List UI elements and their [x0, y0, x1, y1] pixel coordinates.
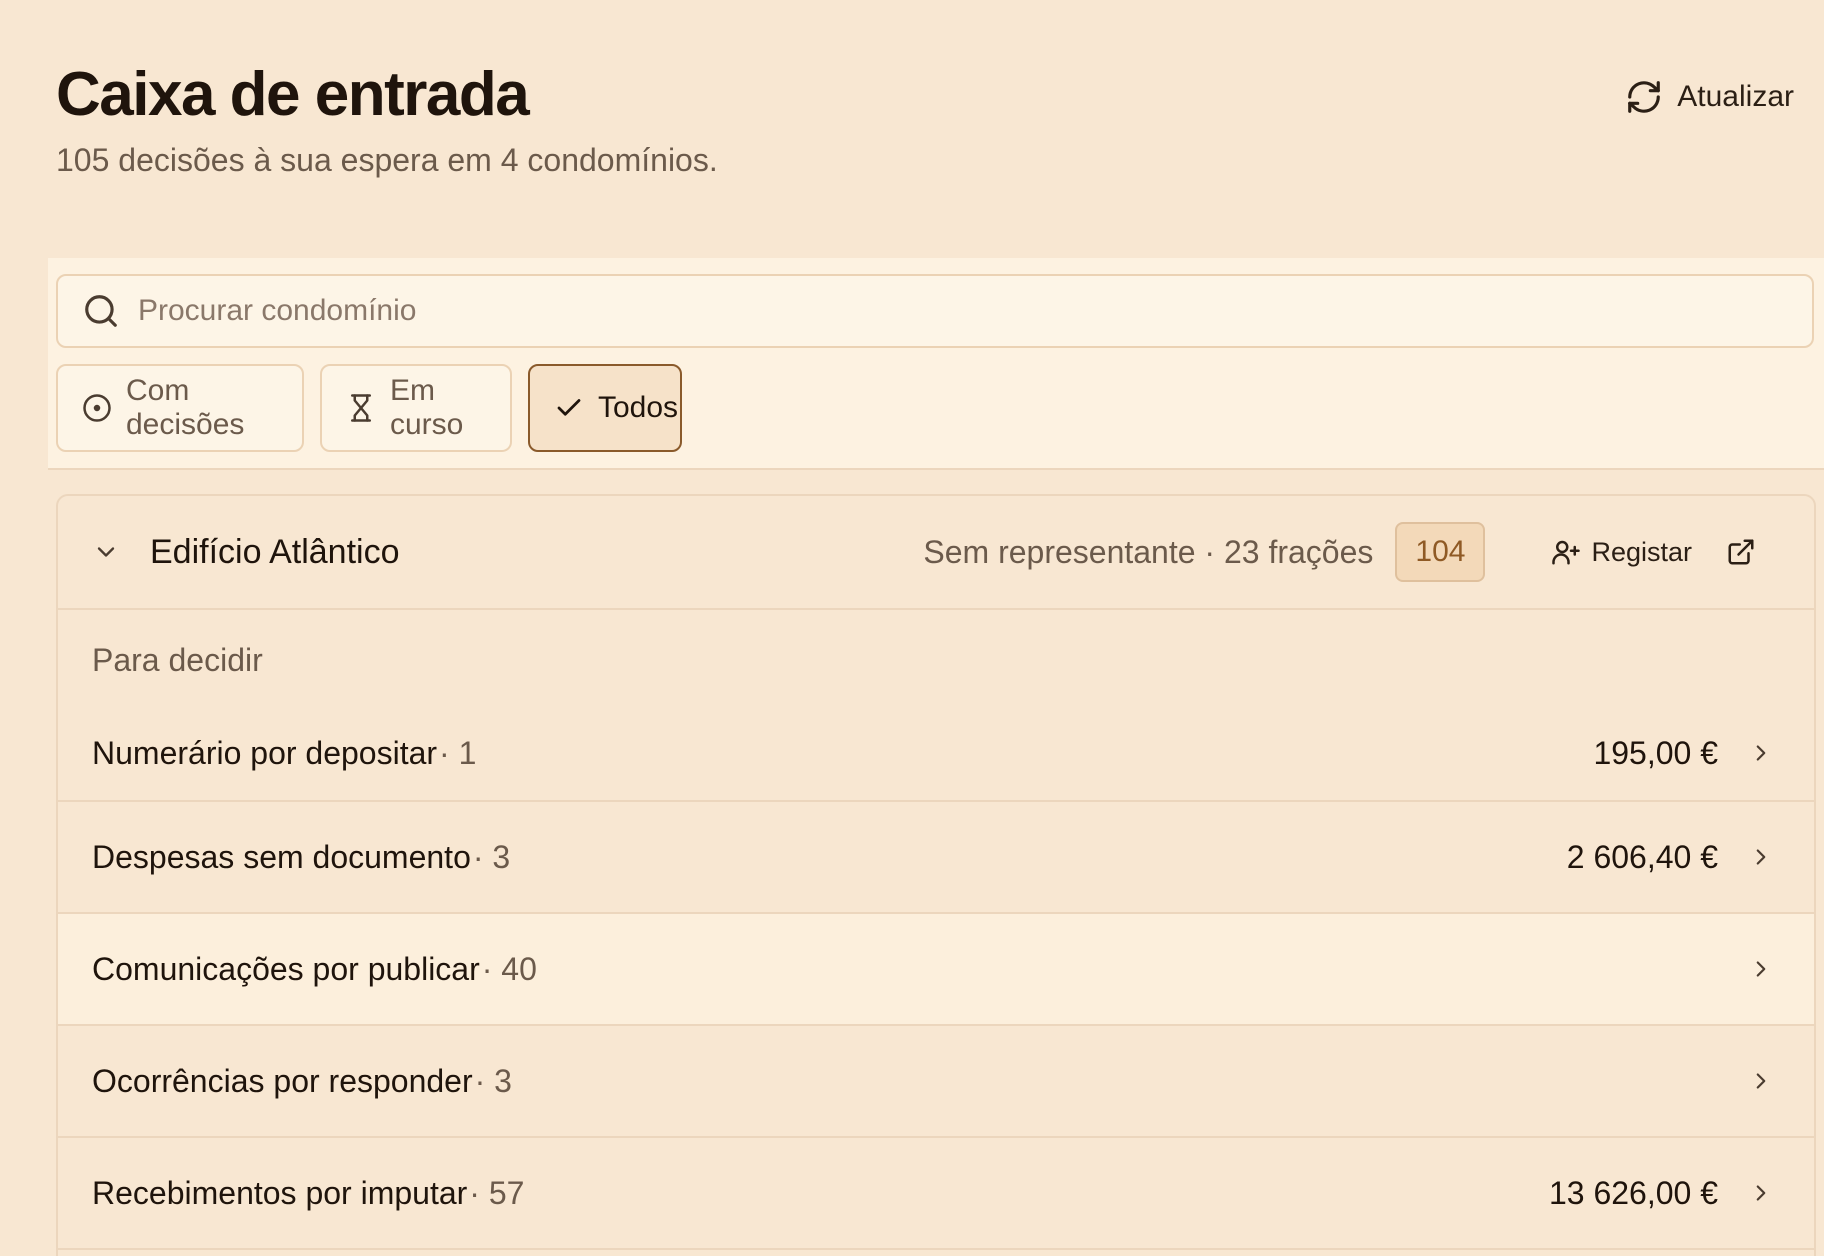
- item-label: Ocorrências por responder: [92, 1062, 473, 1099]
- filter-chip-label: Em curso: [390, 374, 464, 441]
- refresh-label: Atualizar: [1677, 80, 1794, 113]
- chevron-right-icon: [1748, 1068, 1774, 1094]
- chevron-right-icon: [1748, 740, 1774, 766]
- search-input[interactable]: [138, 294, 1812, 328]
- page-subtitle: 105 decisões à sua espera em 4 condomíni…: [56, 142, 718, 179]
- filter-chips: Com decisões Em curso Todos: [56, 364, 682, 452]
- item-amount: 13 626,00 €: [1548, 1174, 1718, 1211]
- list-item[interactable]: Despesas sem documento · 3 2 606,40 €: [58, 802, 1814, 914]
- filter-chip-label: Com decisões: [126, 374, 245, 441]
- building-card-header[interactable]: Edifício Atlântico Sem representante · 2…: [58, 496, 1814, 610]
- page-title: Caixa de entrada: [56, 60, 530, 129]
- item-count: · 3: [472, 838, 511, 875]
- item-count: · 1: [439, 734, 477, 771]
- register-button[interactable]: Registar: [1551, 537, 1692, 568]
- item-label: Despesas sem documento: [92, 838, 471, 875]
- search-icon: [82, 292, 120, 330]
- filter-chip-em-curso[interactable]: Em curso: [320, 364, 512, 452]
- list-item[interactable]: Numerário por depositar · 1 195,00 €: [58, 706, 1814, 802]
- list-item[interactable]: Recebimentos por imputar · 57 13 626,00 …: [58, 1138, 1814, 1250]
- filter-panel: Com decisões Em curso Todos: [48, 258, 1824, 470]
- search-box: [56, 274, 1814, 348]
- decision-count-badge: 104: [1395, 522, 1486, 582]
- list-item[interactable]: Ocorrências por responder · 3: [58, 1026, 1814, 1138]
- filter-chip-todos[interactable]: Todos: [528, 364, 682, 452]
- item-amount: 2 606,40 €: [1566, 838, 1718, 875]
- circle-dot-icon: [82, 393, 112, 423]
- filter-chip-label: Todos: [598, 391, 679, 424]
- check-icon: [554, 393, 584, 423]
- section-label: Para decidir: [92, 642, 263, 678]
- chevron-right-icon: [1748, 1180, 1774, 1206]
- filter-chip-com-decisoes[interactable]: Com decisões: [56, 364, 304, 452]
- refresh-icon: [1625, 78, 1663, 116]
- chevron-right-icon: [1748, 956, 1774, 982]
- item-label: Comunicações por publicar: [92, 950, 480, 987]
- register-label: Registar: [1591, 536, 1692, 567]
- building-meta: Sem representante · 23 frações: [923, 533, 1374, 570]
- page-header: Caixa de entrada 105 decisões à sua espe…: [56, 58, 1794, 198]
- building-name: Edifício Atlântico: [150, 532, 400, 571]
- building-card: Edifício Atlântico Sem representante · 2…: [56, 494, 1816, 1256]
- list-item[interactable]: Comunicações por publicar · 40: [58, 914, 1814, 1026]
- item-count: · 57: [469, 1174, 525, 1211]
- user-plus-icon: [1551, 537, 1581, 567]
- chevron-down-icon[interactable]: [92, 538, 120, 566]
- hourglass-icon: [346, 393, 376, 423]
- inbox-page: Caixa de entrada 105 decisões à sua espe…: [0, 0, 1824, 1256]
- item-label: Numerário por depositar: [92, 734, 438, 771]
- item-count: · 3: [474, 1062, 512, 1099]
- item-label: Recebimentos por imputar: [92, 1174, 468, 1211]
- external-link-icon[interactable]: [1726, 537, 1756, 567]
- item-count: · 40: [481, 950, 537, 987]
- chevron-right-icon: [1748, 844, 1774, 870]
- item-amount: 195,00 €: [1593, 734, 1718, 771]
- refresh-button[interactable]: Atualizar: [1625, 78, 1794, 116]
